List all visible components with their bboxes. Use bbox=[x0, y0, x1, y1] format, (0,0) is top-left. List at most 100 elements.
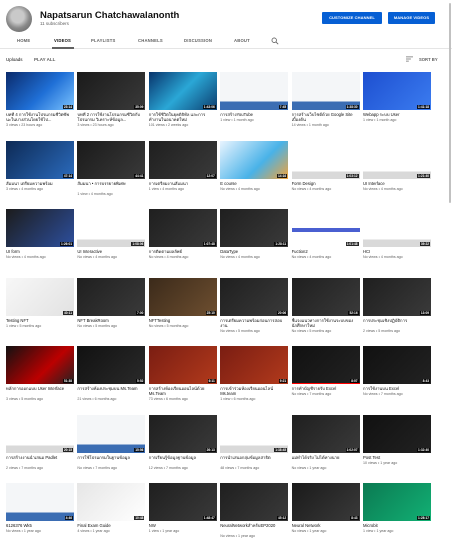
video-thumbnail[interactable]: 1:28:11 bbox=[220, 209, 289, 247]
video-card[interactable]: 35:09 บทที่ 2 การใช้งานโปรแกรมซีวิตกับโปร… bbox=[77, 72, 146, 137]
video-title[interactable]: สัมมนา เตรียมความพร้อม bbox=[6, 181, 74, 186]
video-card[interactable]: 8:07 การทำบัญชีรายรับ Excel No views • 7 m… bbox=[291, 346, 360, 411]
video-thumbnail[interactable]: 1:26:01 bbox=[6, 209, 74, 247]
video-card[interactable]: 1:32:40 Post Test 10 views • 1 year ago bbox=[363, 414, 431, 480]
video-title[interactable]: UI form bbox=[6, 249, 74, 254]
tab-playlists[interactable]: PLAYLISTS bbox=[91, 38, 115, 43]
video-title[interactable]: E course bbox=[220, 181, 288, 186]
play-all-button[interactable]: PLAY ALL bbox=[34, 57, 55, 62]
tab-about[interactable]: ABOUT bbox=[234, 38, 250, 43]
video-card[interactable]: 1:48:47 NW 1 view • 1 year ago bbox=[148, 483, 217, 540]
video-title[interactable]: 6126376 Wk5 bbox=[6, 523, 74, 528]
video-card[interactable]: 1:03:12 Form Design No views • 4 months ag… bbox=[291, 140, 360, 206]
video-thumbnail[interactable]: 15:56 bbox=[77, 414, 146, 453]
sort-by-button[interactable]: SORT BY bbox=[419, 57, 438, 62]
video-card[interactable]: 1:28:17 Microbit 1 view • 1 year ago bbox=[363, 483, 431, 540]
video-thumbnail[interactable]: 1:03:12 bbox=[291, 140, 360, 179]
video-card[interactable]: 40:11 Testing NFT 1 view • 5 months ago bbox=[6, 277, 74, 343]
video-thumbnail[interactable]: 20:15 bbox=[6, 414, 74, 453]
video-title[interactable]: Fuction2 bbox=[292, 249, 360, 254]
video-thumbnail[interactable]: 45:12 bbox=[220, 483, 289, 521]
video-thumbnail[interactable]: 7:45 bbox=[220, 72, 289, 110]
video-thumbnail[interactable]: 26:13 bbox=[148, 414, 217, 453]
video-card[interactable]: 23:14 บทที่ 4 การใช้งานโปรแกรมชีวิตซัพนะใ… bbox=[6, 72, 74, 137]
video-thumbnail[interactable]: 1:41:18 bbox=[363, 72, 431, 110]
video-card[interactable]: 1:41:18 Webapp ระบบ User 1 view • 1 month … bbox=[363, 72, 431, 137]
video-title[interactable]: สัมมนา • การบรรยายพิเศษ bbox=[77, 181, 145, 186]
video-title[interactable]: HCI bbox=[363, 249, 431, 254]
video-thumbnail[interactable]: 1:01:48 bbox=[291, 209, 360, 247]
tab-channels[interactable]: CHANNELS bbox=[138, 38, 163, 43]
video-title[interactable]: บทที่ 2 การใช้งานโปรแกรมซีวิตกับโปรแกรม … bbox=[77, 112, 145, 122]
avatar[interactable] bbox=[6, 6, 32, 32]
video-thumbnail[interactable]: 1:21:40 bbox=[363, 140, 431, 179]
video-thumbnail[interactable]: 1:02:07 bbox=[291, 414, 360, 453]
video-title[interactable]: การเรียนรู้ข้อมูลฐานข้อมูล bbox=[149, 455, 217, 460]
video-card[interactable]: 1:38:45 การนำเสนอกลุ่มข้อมูลสาธิต 48 views… bbox=[220, 414, 289, 480]
video-card[interactable]: 51:38 หลักการออกแบบ User Interface 3 views… bbox=[6, 346, 74, 411]
video-thumbnail[interactable]: 35:09 bbox=[77, 72, 146, 110]
video-card[interactable]: 47:14 สัมมนา เตรียมความพร้อม 3 views • 4 m… bbox=[6, 140, 74, 206]
video-card[interactable]: 1:02:07 แม่ทำได้จริง ไม่ได้ทางนาย No views… bbox=[291, 414, 360, 480]
video-title[interactable]: การใช้ชีวิตในยุคดิจิทัล และการทำงานในอนา… bbox=[149, 112, 217, 122]
video-thumbnail[interactable]: 1:28:17 bbox=[363, 483, 431, 521]
video-thumbnail[interactable]: 6:11 bbox=[148, 346, 217, 384]
video-title[interactable]: การสร้างYouTube bbox=[220, 112, 288, 117]
manage-videos-button[interactable]: MANAGE VIDEOS bbox=[388, 12, 435, 24]
video-card[interactable]: 1:08:06 UI Interactive No views • 4 months… bbox=[77, 209, 146, 274]
video-card[interactable]: 44:41 สัมมนา • การบรรยายพิเศษ 1 view • 4 m… bbox=[77, 140, 146, 206]
video-title[interactable]: การเข้าร่วมห้องเรียนออนไลน์ Ms.team bbox=[220, 386, 288, 396]
video-title[interactable]: UI Interface bbox=[363, 181, 431, 186]
video-thumbnail[interactable]: 23:14 bbox=[6, 72, 74, 110]
video-card[interactable]: 1:43:06 การใช้ชีวิตในยุคดิจิทัล และการทำง… bbox=[148, 72, 217, 137]
video-card[interactable]: 7:45 การสร้างYouTube 1 view • 1 month ago bbox=[220, 72, 289, 137]
video-card[interactable]: 26:13 การเรียนรู้ข้อมูลฐานข้อมูล 12 views … bbox=[148, 414, 217, 480]
video-title[interactable]: NW bbox=[149, 523, 217, 528]
video-thumbnail[interactable]: 52:16 bbox=[291, 277, 360, 316]
video-thumbnail[interactable]: 4:46 bbox=[6, 483, 74, 521]
video-thumbnail[interactable]: 1:32:40 bbox=[363, 414, 431, 453]
video-card[interactable]: 25:10 NFTTesting No views • 5 months ago bbox=[148, 277, 217, 343]
video-card[interactable]: 20:06 การเตรียมความพร้อมก่อนการสอบงาน No v… bbox=[220, 277, 289, 343]
video-title[interactable]: การเตรียมงานสัมมนา bbox=[149, 181, 217, 186]
video-thumbnail[interactable]: 7:00 bbox=[77, 277, 146, 316]
video-thumbnail[interactable]: 14:16 bbox=[220, 140, 289, 179]
video-title[interactable]: การใช้งานบน Excel bbox=[363, 386, 431, 391]
scrollbar[interactable] bbox=[449, 3, 451, 203]
video-thumbnail[interactable]: 1:07:48 bbox=[148, 209, 217, 247]
video-card[interactable]: 7:00 NFT BreakRoom No views • 5 months ago bbox=[77, 277, 146, 343]
video-thumbnail[interactable]: 47:14 bbox=[6, 140, 74, 179]
video-title[interactable]: การสร้างห้องประชุมบน Ms.Team bbox=[77, 386, 145, 391]
video-card[interactable]: 1:07:48 การติดตามผลลัพธ์ No views • 4 mont… bbox=[148, 209, 217, 274]
video-card[interactable]: 4:46 6126376 Wk5 No views • 1 year ago bbox=[6, 483, 74, 540]
video-title[interactable]: Final Exam Guide bbox=[77, 523, 145, 528]
video-card[interactable]: 15:56 การใช้โปรแกรมในฐานข้อมูล No views • … bbox=[77, 414, 146, 480]
video-title[interactable]: NeuralNetworkสำหรับEP2020 bbox=[220, 523, 288, 528]
video-title[interactable]: Post Test bbox=[363, 455, 431, 460]
video-thumbnail[interactable]: 1:48:47 bbox=[148, 483, 217, 521]
tab-home[interactable]: HOME bbox=[17, 38, 30, 43]
video-card[interactable]: 12:07 การเตรียมงานสัมมนา 1 view • 4 months… bbox=[148, 140, 217, 206]
sort-icon[interactable] bbox=[406, 56, 413, 62]
video-thumbnail[interactable]: 40:11 bbox=[6, 277, 74, 316]
video-thumbnail[interactable]: 8:07 bbox=[291, 346, 360, 384]
video-title[interactable]: หลักการออกแบบ User Interface bbox=[6, 386, 74, 391]
customize-channel-button[interactable]: CUSTOMIZE CHANNEL bbox=[322, 12, 382, 24]
video-card[interactable]: 1:01:48 Fuction2 No views • 4 months ago bbox=[291, 209, 360, 274]
video-thumbnail[interactable]: 39:22 bbox=[363, 209, 431, 247]
video-card[interactable]: 6:11 การสร้างห้องเรียนออนไลน์ด้วย Ms.Team… bbox=[148, 346, 217, 411]
video-card[interactable]: 13:09 การประชุมเชิงปฏิบัติการ 2 views • 5 … bbox=[363, 277, 431, 343]
video-thumbnail[interactable]: 51:38 bbox=[6, 346, 74, 384]
video-title[interactable]: UI Interactive bbox=[77, 249, 145, 254]
video-card[interactable]: 39:22 HCI No views • 4 months ago bbox=[363, 209, 431, 274]
video-title[interactable]: Testing NFT bbox=[6, 318, 74, 323]
video-card[interactable]: 9:21 การเข้าร่วมห้องเรียนออนไลน์ Ms.team 1… bbox=[220, 346, 289, 411]
video-title[interactable]: การติดตามผลลัพธ์ bbox=[149, 249, 217, 254]
video-thumbnail[interactable]: 8:43 bbox=[363, 346, 431, 384]
video-thumbnail[interactable]: 10:48 bbox=[77, 483, 146, 521]
video-thumbnail[interactable]: 20:06 bbox=[220, 277, 289, 316]
video-thumbnail[interactable]: 13:09 bbox=[363, 277, 431, 316]
tab-videos[interactable]: VIDEOS bbox=[54, 38, 71, 43]
tab-discussion[interactable]: DISCUSSION bbox=[184, 38, 212, 43]
video-card[interactable]: 14:16 E course No views • 4 months ago bbox=[220, 140, 289, 206]
